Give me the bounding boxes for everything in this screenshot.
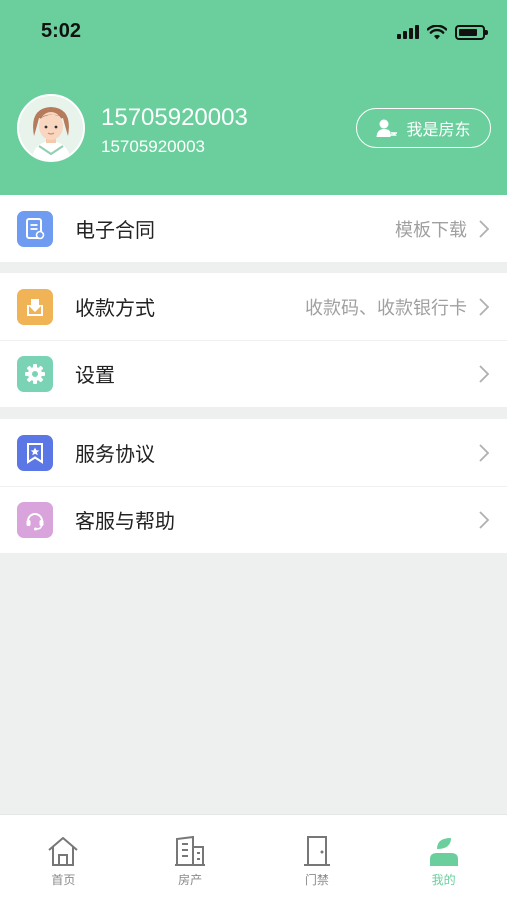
contract-section: 电子合同 模板下载 [0, 195, 507, 262]
headset-icon [17, 501, 53, 538]
tab-label: 门禁 [304, 873, 329, 887]
menu-item-agreement[interactable]: 服务协议 [0, 419, 507, 486]
tab-mine[interactable]: 我的 [380, 815, 507, 900]
landlord-user-icon [376, 119, 398, 137]
menu-item-label: 设置 [75, 363, 115, 387]
role-button-label: 我是房东 [406, 120, 471, 139]
profile-header: 5:02 15705920003 15705920003 我是房东 [0, 0, 507, 195]
payment-settings-section: 收款方式 收款码、收款银行卡 设置 [0, 273, 507, 407]
person-icon [429, 838, 458, 866]
chevron-right-icon [479, 364, 490, 383]
door-icon [303, 836, 330, 866]
user-phone: 15705920003 [101, 137, 206, 156]
tab-label: 房产 [178, 873, 203, 887]
bookmark-star-icon [17, 434, 53, 471]
tab-home[interactable]: 首页 [0, 815, 127, 900]
menu-item-label: 客服与帮助 [75, 509, 175, 533]
bottom-tab-bar: 首页 房产 门禁 我的 [0, 814, 507, 900]
battery-icon [455, 24, 488, 40]
tab-label: 首页 [51, 873, 76, 887]
menu-item-label: 收款方式 [75, 296, 155, 320]
user-name: 15705920003 [101, 104, 248, 131]
cellular-signal-icon [397, 25, 419, 39]
menu-item-support[interactable]: 客服与帮助 [0, 486, 507, 553]
menu-item-label: 电子合同 [75, 218, 155, 242]
menu-item-hint: 模板下载 [395, 219, 467, 241]
landlord-role-button[interactable]: 我是房东 [356, 108, 491, 148]
menu-item-settings[interactable]: 设置 [0, 340, 507, 407]
wifi-icon [427, 24, 447, 39]
tab-label: 我的 [431, 873, 456, 887]
chevron-right-icon [479, 443, 490, 462]
status-bar: 5:02 [0, 0, 507, 62]
menu-item-contract[interactable]: 电子合同 模板下载 [0, 195, 507, 262]
document-icon [17, 210, 53, 247]
gear-icon [17, 355, 53, 392]
menu-item-hint: 收款码、收款银行卡 [305, 297, 467, 319]
chevron-right-icon [479, 297, 490, 316]
avatar[interactable] [17, 94, 85, 162]
tab-property[interactable]: 房产 [127, 815, 254, 900]
status-time: 5:02 [41, 20, 82, 42]
tab-access[interactable]: 门禁 [254, 815, 381, 900]
menu-item-payment[interactable]: 收款方式 收款码、收款银行卡 [0, 273, 507, 340]
menu-item-label: 服务协议 [75, 442, 155, 466]
chevron-right-icon [479, 510, 490, 529]
download-box-icon [17, 288, 53, 325]
status-icons [397, 22, 488, 42]
building-icon [175, 835, 206, 866]
chevron-right-icon [479, 219, 490, 238]
help-section: 服务协议 客服与帮助 [0, 419, 507, 553]
house-icon [48, 837, 79, 866]
